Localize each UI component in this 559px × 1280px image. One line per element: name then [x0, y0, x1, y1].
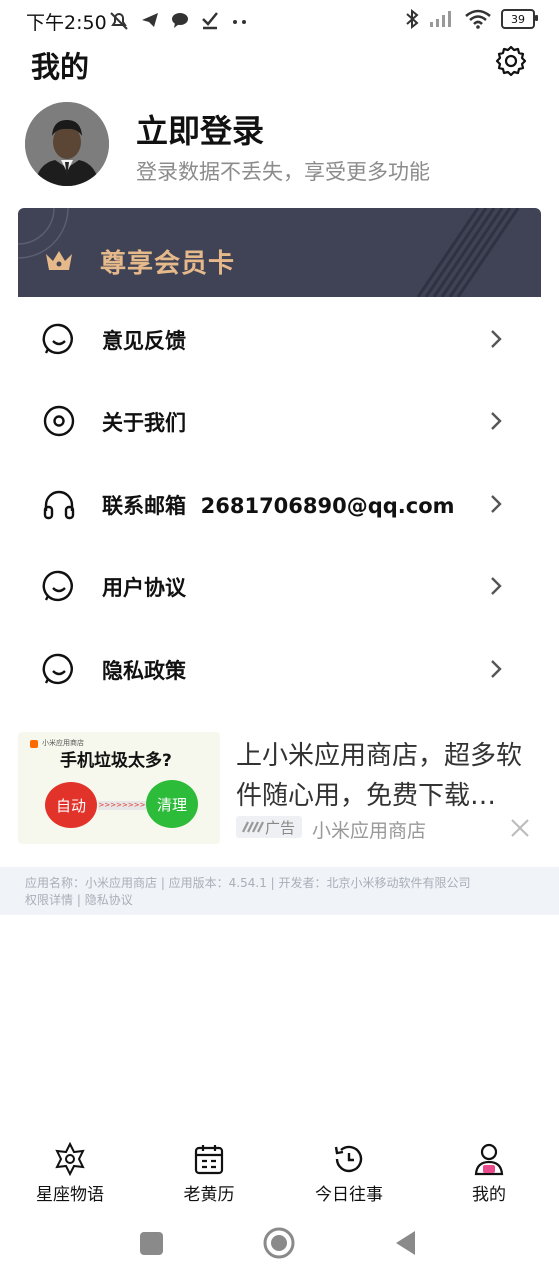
login-title[interactable]: 立即登录	[136, 106, 264, 152]
ad-image-auto-label: 自动	[55, 796, 86, 815]
ad-source: 小米应用商店	[312, 820, 427, 842]
tab-horoscope[interactable]: 星座物语	[15, 1138, 125, 1205]
menu-item-user-agreement[interactable]: 用户协议	[0, 545, 559, 627]
bluetooth-icon	[406, 9, 419, 29]
gear-icon[interactable]	[494, 44, 528, 78]
ad-title[interactable]: 上小米应用商店，超多软件随心用，免费下载…	[236, 736, 541, 816]
wifi-icon	[465, 9, 491, 29]
tab-almanac[interactable]: 老黄历	[154, 1138, 264, 1205]
ad-tag: 广告	[236, 816, 302, 838]
history-clock-icon	[334, 1145, 363, 1173]
battery-icon: 39	[501, 9, 538, 29]
chevron-right-icon	[491, 577, 502, 596]
menu-item-about[interactable]: 关于我们	[0, 380, 559, 462]
menu-item-label: 关于我们	[102, 411, 186, 436]
crown-icon	[46, 251, 72, 270]
ad-logo-icon	[242, 821, 264, 833]
avatar[interactable]	[25, 102, 109, 186]
headphones-icon	[43, 490, 75, 519]
bottom-tab-bar: 星座物语 老黄历 今日往事 我的	[0, 1138, 559, 1205]
chevron-right-icon	[491, 330, 502, 348]
chevron-right-icon	[491, 659, 502, 678]
close-icon[interactable]	[510, 818, 530, 838]
chevron-right-icon	[491, 494, 502, 513]
vip-card-decoration	[18, 208, 520, 297]
ad-image-title: 手机垃圾太多?	[60, 751, 172, 771]
battery-level: 39	[511, 12, 525, 26]
smile-icon	[42, 323, 73, 355]
download-icon	[202, 12, 218, 30]
avatar-image	[25, 102, 109, 186]
smile-icon	[42, 570, 73, 602]
menu-item-label: 隐私政策	[102, 658, 186, 683]
user-icon	[474, 1143, 504, 1176]
system-nav-bar	[0, 1210, 559, 1280]
vip-card-label: 尊享会员卡	[100, 249, 236, 279]
mi-logo-icon	[30, 740, 38, 748]
menu-item-contact-email[interactable]: 联系邮箱 2681706890@qq.com	[0, 463, 559, 545]
page-title: 我的	[31, 50, 90, 84]
tab-label: 我的	[472, 1185, 506, 1205]
permissions-link[interactable]: 权限详情	[25, 893, 73, 907]
privacy-link[interactable]: 隐私协议	[85, 893, 133, 907]
tab-history-today[interactable]: 今日往事	[294, 1138, 404, 1205]
status-time: 下午2:50	[26, 12, 107, 34]
mute-bell-icon	[110, 12, 128, 30]
smile-icon	[42, 653, 73, 684]
ad-tag-label: 广告	[265, 819, 296, 837]
status-bar: 下午2:50 39	[0, 0, 559, 42]
ad-info-bar: 应用名称：小米应用商店 | 应用版本：4.54.1 | 开发者：北京小米移动软件…	[0, 867, 559, 915]
menu-item-label: 用户协议	[102, 576, 186, 601]
signal-icon	[430, 11, 451, 27]
tab-label: 今日往事	[315, 1185, 383, 1205]
chevron-right-icon	[491, 412, 502, 431]
menu-list: 意见反馈 关于我们 联系邮箱 2681706890@qq.com 用户协议 隐私…	[0, 298, 559, 710]
chat-icon	[172, 13, 188, 28]
home-button[interactable]	[263, 1227, 295, 1259]
ad-image-clean-label: 清理	[156, 795, 187, 814]
tab-label: 星座物语	[36, 1185, 104, 1205]
ad-image-clean-button: 清理	[146, 780, 198, 828]
target-icon	[43, 406, 75, 437]
ad-image-auto-button: 自动	[45, 782, 97, 828]
tab-mine[interactable]: 我的	[434, 1138, 544, 1205]
menu-item-feedback[interactable]: 意见反馈	[0, 298, 559, 380]
ad-image[interactable]: 小米应用商店 手机垃圾太多? 自动 >>>>>>>> 清理	[18, 732, 220, 844]
ad-image-arrows: >>>>>>>>	[98, 801, 146, 810]
ad-info-text: 应用名称：小米应用商店 | 应用版本：4.54.1 | 开发者：北京小米移动软件…	[25, 876, 471, 890]
info-separator: |	[76, 893, 81, 907]
menu-item-label: 意见反馈	[102, 329, 186, 353]
calendar-icon	[194, 1145, 224, 1175]
telegram-icon	[142, 13, 158, 27]
menu-item-privacy-policy[interactable]: 隐私政策	[0, 628, 559, 710]
ad-banner[interactable]: 小米应用商店 手机垃圾太多? 自动 >>>>>>>> 清理 上小米应用商店，超多…	[18, 732, 541, 844]
tab-label: 老黄历	[183, 1185, 235, 1205]
menu-item-label: 联系邮箱 2681706890@qq.com	[102, 493, 455, 518]
vip-card[interactable]: 尊享会员卡	[18, 208, 541, 297]
star-icon	[55, 1142, 85, 1176]
more-dots-icon	[233, 20, 246, 24]
back-button[interactable]	[395, 1230, 417, 1256]
login-subtitle: 登录数据不丢失，享受更多功能	[136, 160, 430, 184]
recent-apps-button[interactable]	[140, 1232, 163, 1255]
